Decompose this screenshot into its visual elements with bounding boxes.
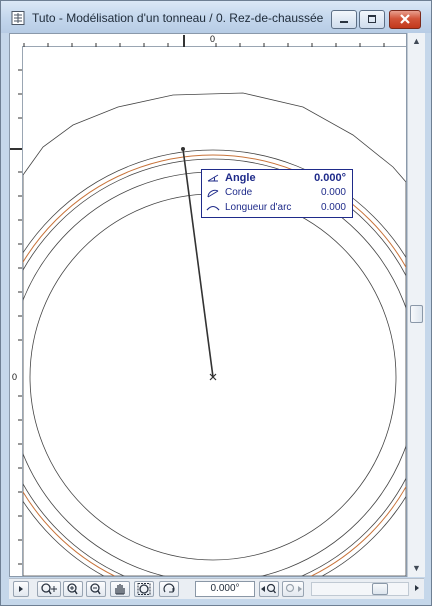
window-title: Tuto - Modélisation d'un tonneau / 0. Re… bbox=[32, 11, 324, 25]
pan-hand-button[interactable] bbox=[110, 581, 130, 597]
chord-icon bbox=[207, 189, 219, 198]
minimize-icon bbox=[340, 21, 348, 23]
pan-hand-icon bbox=[115, 584, 125, 595]
vertical-ruler: 0 bbox=[10, 46, 23, 576]
readout-value-chord: 0.000 bbox=[320, 187, 346, 198]
readout-value-angle: 0.000° bbox=[314, 172, 346, 184]
zoom-in-button[interactable] bbox=[63, 581, 83, 597]
horizontal-ruler-ticks bbox=[23, 35, 385, 47]
bottom-toolbar: 0.000° bbox=[9, 578, 424, 599]
angle-icon bbox=[207, 174, 219, 182]
fit-in-window-icon bbox=[137, 583, 151, 595]
readout-label-arc-length: Longueur d'arc bbox=[225, 202, 292, 213]
zoom-value-field[interactable]: 0.000° bbox=[195, 581, 255, 597]
plan-drawing[interactable] bbox=[23, 47, 406, 576]
vertical-ruler-zero-label: 0 bbox=[12, 372, 18, 382]
zoom-in-icon bbox=[67, 583, 78, 595]
vertical-scrollbar[interactable]: ▲ ▼ bbox=[407, 33, 425, 577]
fit-in-window-button[interactable] bbox=[134, 581, 154, 597]
play-right-icon bbox=[19, 586, 23, 592]
title-bar[interactable]: Tuto - Modélisation d'un tonneau / 0. Re… bbox=[1, 1, 431, 33]
scroll-up-button[interactable]: ▲ bbox=[408, 33, 425, 50]
readout-row-arc-length: Longueur d'arc 0.000 bbox=[202, 201, 352, 216]
readout-value-arc-length: 0.000 bbox=[320, 202, 346, 213]
horizontal-ruler-zero-label: 0 bbox=[210, 34, 216, 44]
minimize-button[interactable] bbox=[331, 10, 357, 29]
previous-zoom-button[interactable] bbox=[259, 581, 279, 597]
zoom-in-plus-button[interactable] bbox=[37, 581, 61, 597]
scroll-down-button[interactable]: ▼ bbox=[408, 560, 425, 577]
horizontal-ruler: 0 bbox=[10, 34, 406, 47]
close-icon bbox=[400, 14, 410, 24]
rotate-view-icon bbox=[163, 583, 175, 593]
accent-arc-circle bbox=[23, 154, 406, 576]
horizontal-scrollbar[interactable] bbox=[311, 582, 409, 596]
next-zoom-button[interactable] bbox=[282, 581, 304, 597]
maximize-icon bbox=[368, 15, 376, 23]
tracker-readout-box: Angle 0.000° Corde 0.000 Longueur d'arc … bbox=[201, 169, 353, 218]
readout-label-chord: Corde bbox=[225, 187, 253, 198]
vertical-scroll-thumb[interactable] bbox=[410, 305, 423, 323]
close-button[interactable] bbox=[389, 10, 421, 29]
arc-length-icon bbox=[206, 206, 220, 211]
arc-start-point bbox=[181, 147, 185, 151]
next-zoom-icon bbox=[285, 583, 302, 593]
horizontal-scroll-thumb[interactable] bbox=[372, 583, 388, 595]
app-window: Tuto - Modélisation d'un tonneau / 0. Re… bbox=[0, 0, 432, 606]
zoom-out-icon bbox=[90, 583, 101, 595]
previous-zoom-icon bbox=[261, 583, 277, 594]
readout-label-angle: Angle bbox=[225, 172, 256, 184]
scroll-left-start-button[interactable] bbox=[13, 581, 29, 597]
readout-row-chord: Corde 0.000 bbox=[202, 186, 352, 201]
zoom-out-button[interactable] bbox=[86, 581, 106, 597]
arrow-right-icon bbox=[415, 585, 419, 591]
readout-row-angle: Angle 0.000° bbox=[202, 171, 352, 186]
vertical-ruler-ticks bbox=[10, 69, 22, 565]
rotate-view-button[interactable] bbox=[159, 581, 179, 597]
document-grid-icon bbox=[11, 11, 25, 25]
inner-ring-circle bbox=[23, 158, 406, 576]
maximize-button[interactable] bbox=[359, 10, 385, 29]
scroll-right-button[interactable] bbox=[411, 581, 423, 597]
middle-ring-circle bbox=[23, 171, 406, 576]
zoom-in-plus-icon bbox=[41, 583, 57, 595]
